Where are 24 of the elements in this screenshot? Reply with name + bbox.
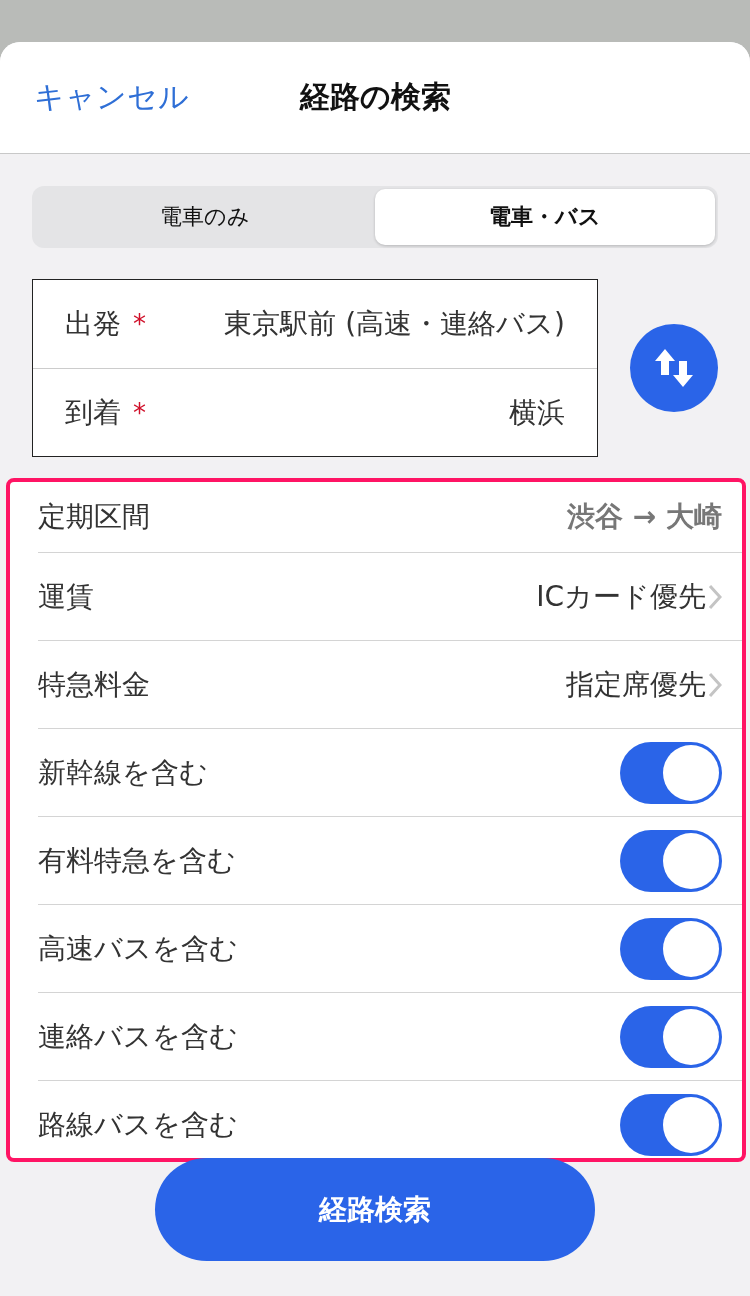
setting-label: 有料特急を含む bbox=[38, 842, 236, 879]
setting-value[interactable]: ICカード優先 bbox=[536, 577, 706, 616]
segment-tab[interactable]: 電車のみ bbox=[35, 189, 375, 245]
station-value[interactable]: 東京駅前 (高速・連絡バス) bbox=[224, 305, 565, 343]
setting-label: 定期区間 bbox=[38, 499, 150, 535]
route-search-button[interactable]: 経路検索 bbox=[155, 1158, 595, 1261]
sheet-title: 経路の検索 bbox=[299, 78, 451, 116]
chevron-right-icon bbox=[708, 671, 722, 698]
cancel-link[interactable]: キャンセル bbox=[34, 77, 189, 118]
field-label: 出発 bbox=[65, 306, 121, 342]
setting-value: 渋谷 → 大崎 bbox=[567, 499, 722, 535]
chevron-right-icon bbox=[708, 583, 722, 610]
setting-label: 特急料金 bbox=[38, 666, 150, 703]
setting-label: 運賃 bbox=[38, 578, 94, 615]
required-mark: * bbox=[133, 309, 146, 339]
segment-tab[interactable]: 電車・バス bbox=[375, 189, 715, 245]
station-value[interactable]: 横浜 bbox=[509, 393, 565, 432]
setting-value[interactable]: 指定席優先 bbox=[566, 665, 706, 704]
setting-label: 連絡バスを含む bbox=[38, 1018, 238, 1055]
field-label: 到着 bbox=[65, 394, 121, 431]
setting-label: 路線バスを含む bbox=[38, 1106, 238, 1143]
required-mark: * bbox=[133, 397, 146, 428]
setting-label: 新幹線を含む bbox=[38, 754, 208, 791]
setting-label: 高速バスを含む bbox=[38, 930, 238, 967]
